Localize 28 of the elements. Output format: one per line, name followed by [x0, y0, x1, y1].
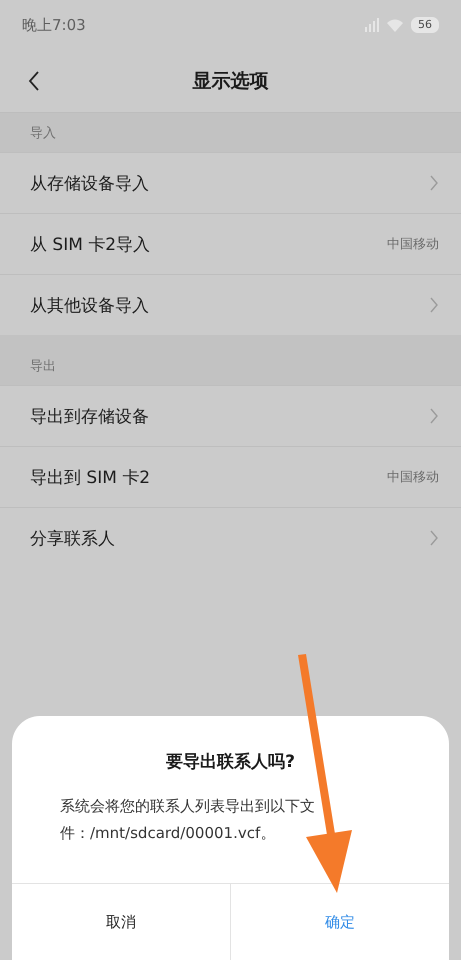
chevron-icon [430, 297, 439, 313]
chevron-icon [430, 530, 439, 546]
item-label: 分享联系人 [30, 528, 115, 550]
item-label: 从存储设备导入 [30, 172, 149, 194]
section-header: 导入 [30, 124, 56, 142]
item-label: 从 SIM 卡2导入 [30, 234, 150, 256]
chevron-icon [430, 408, 439, 424]
signal-icon [365, 18, 379, 32]
item-label: 从其他设备导入 [30, 294, 149, 316]
list-item[interactable]: 导出到 SIM 卡2 中国移动 [0, 446, 461, 507]
item-value: 中国移动 [387, 469, 439, 486]
chevron-icon [430, 175, 439, 191]
page-title: 显示选项 [192, 69, 268, 94]
section-header: 导出 [30, 358, 56, 374]
list-item[interactable]: 从 SIM 卡2导入 中国移动 [0, 213, 461, 274]
item-label: 导出到存储设备 [30, 406, 149, 428]
status-time: 晚上7:03 [22, 16, 86, 34]
item-label: 导出到 SIM 卡2 [30, 466, 150, 488]
back-icon [28, 71, 40, 91]
item-value: 中国移动 [387, 236, 439, 253]
cancel-button[interactable]: 取消 [12, 884, 230, 960]
wifi-icon [386, 18, 404, 32]
dialog-title: 要导出联系人吗? [165, 751, 296, 773]
list-item[interactable]: 分享联系人 [0, 507, 461, 568]
battery-icon: 56 [411, 17, 439, 33]
list-item[interactable]: 导出到存储设备 [0, 385, 461, 446]
list-item[interactable]: 从存储设备导入 [0, 152, 461, 213]
dialog-message: 系统会将您的联系人列表导出到以下文件：/mnt/sdcard/00001.vcf。 [60, 796, 316, 844]
